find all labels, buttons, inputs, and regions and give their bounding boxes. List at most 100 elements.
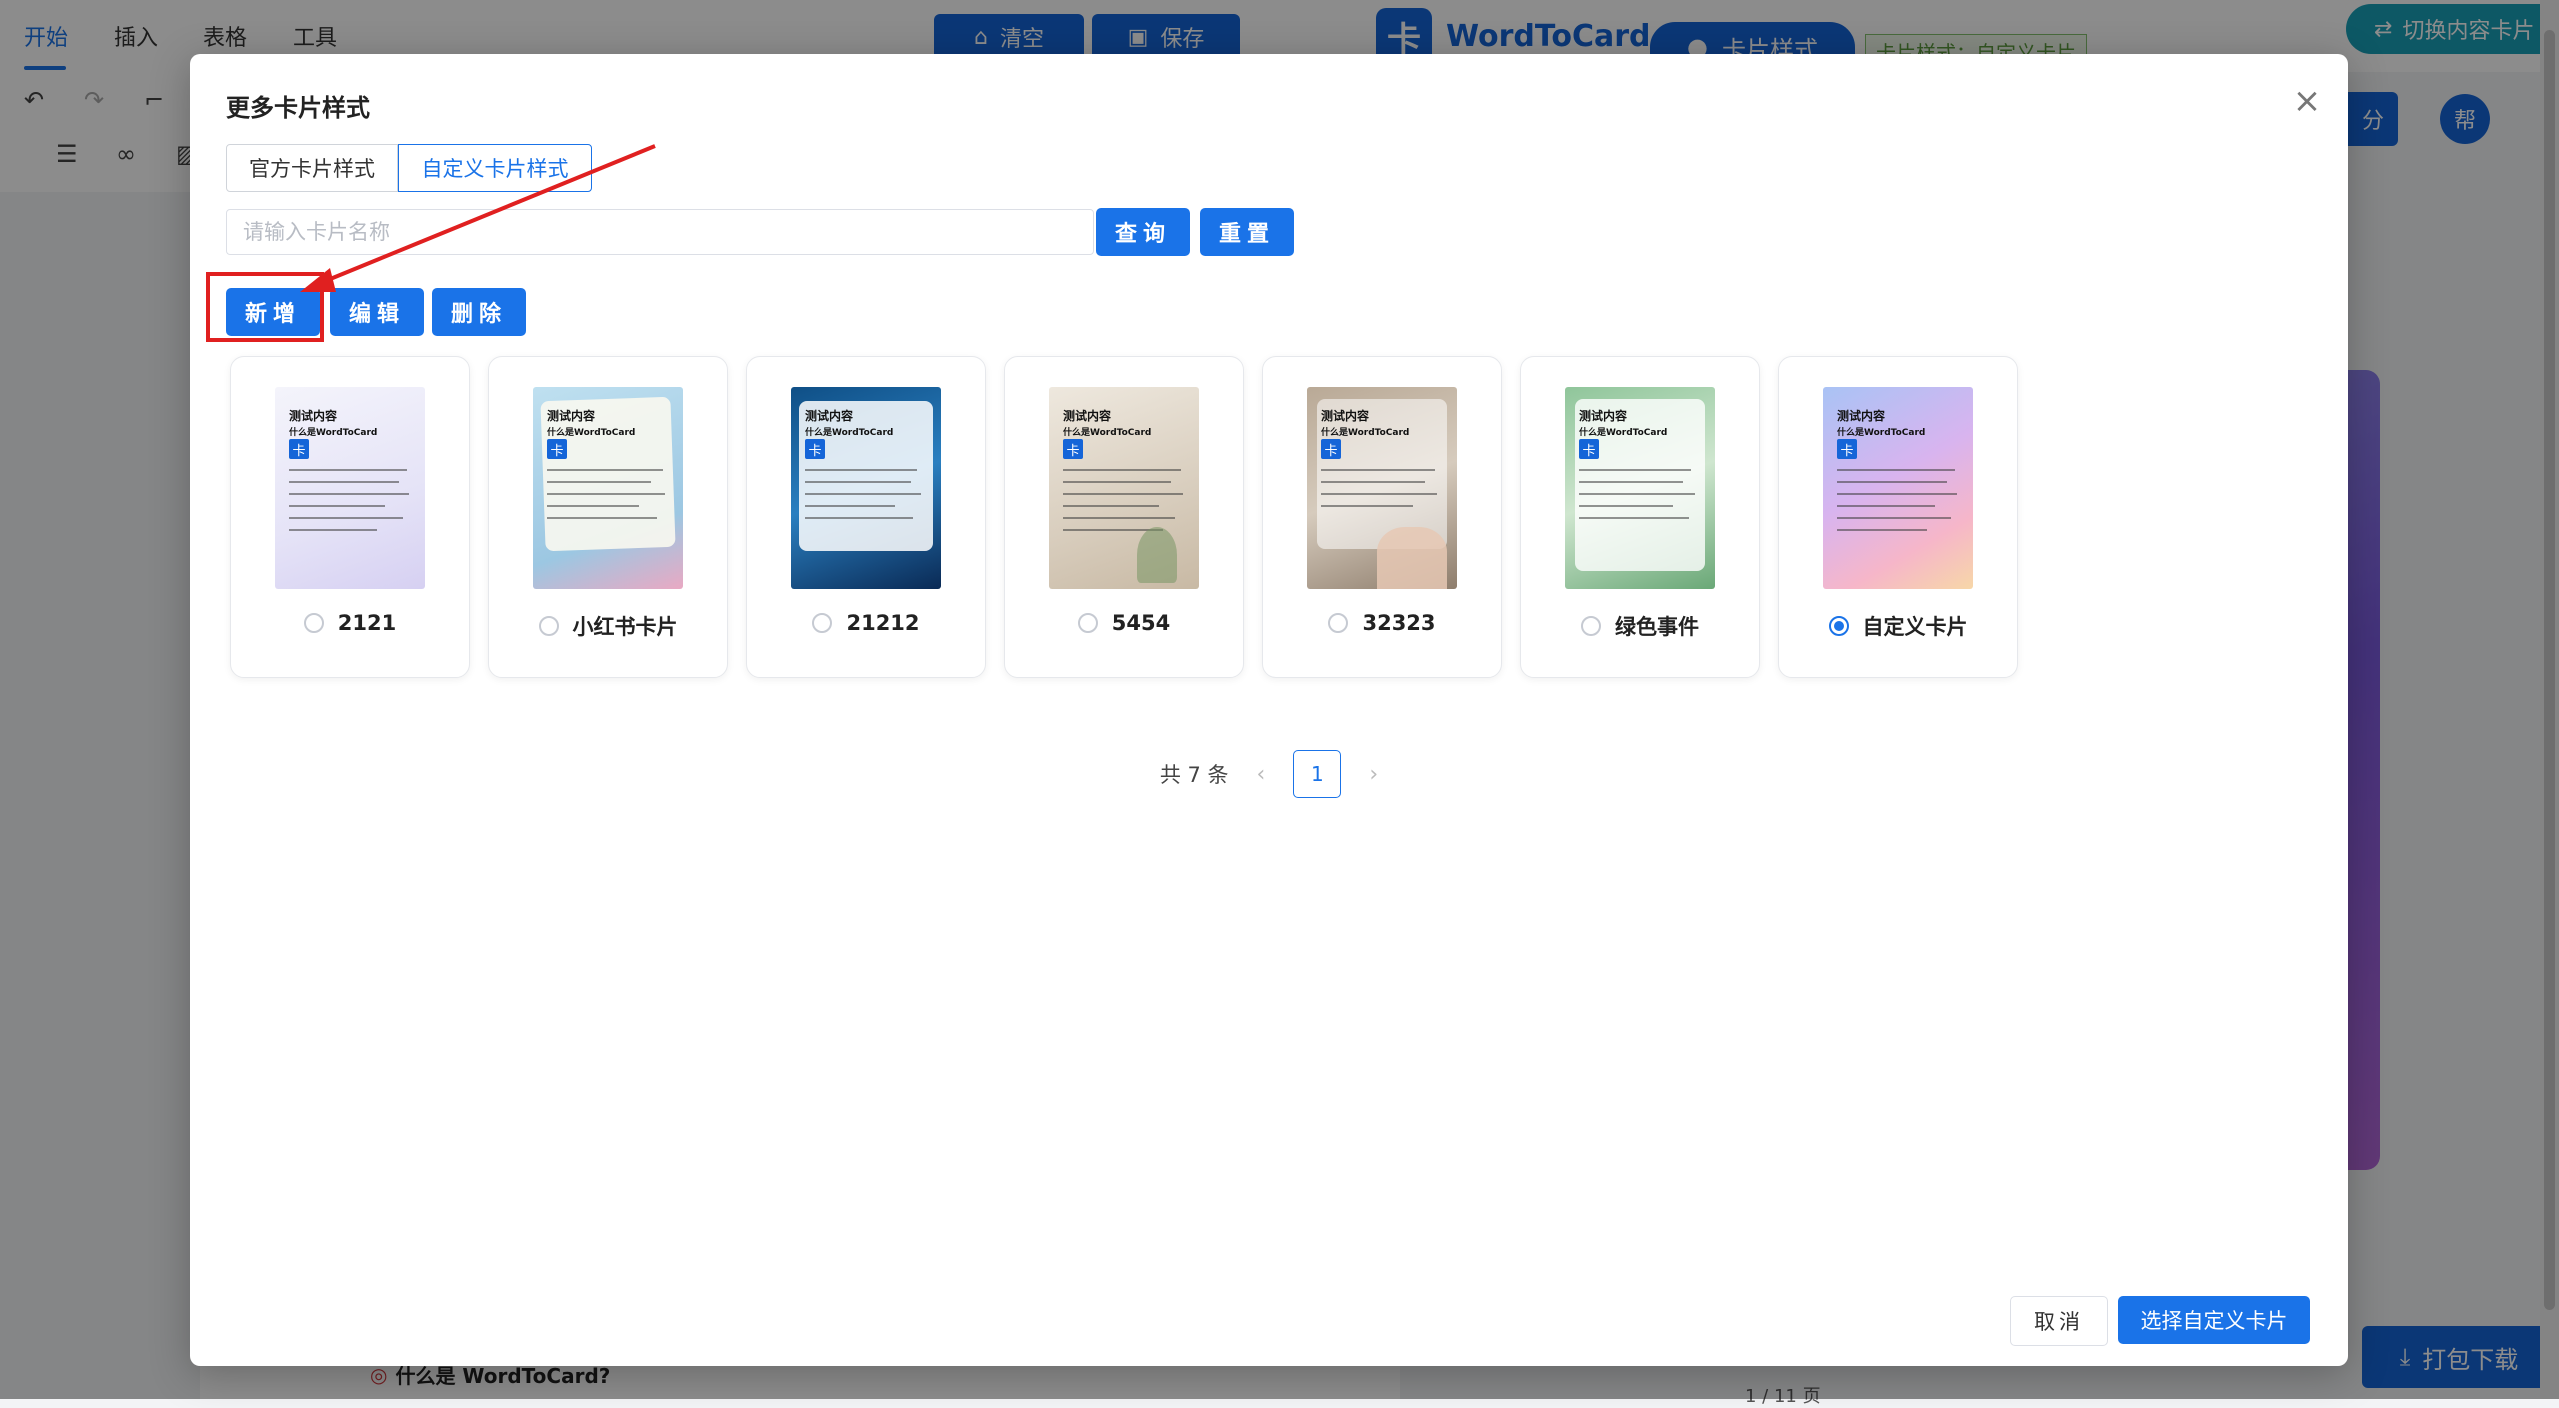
tab-custom-styles[interactable]: 自定义卡片样式	[398, 144, 592, 192]
thumb-text-line	[1063, 517, 1175, 519]
card-radio[interactable]	[303, 613, 324, 633]
thumb-logo-icon: 卡	[1837, 439, 1857, 459]
thumb-text-line	[1321, 481, 1425, 483]
chevron-left-icon[interactable]: ‹	[1257, 762, 1266, 787]
thumb-subheading: 什么是WordToCard	[547, 428, 636, 438]
card-thumbnail: 测试内容 什么是WordToCard 卡	[791, 387, 941, 589]
thumb-text-line	[1837, 481, 1947, 483]
card-style-item[interactable]: 测试内容 什么是WordToCard 卡 小红书卡片	[488, 356, 728, 678]
thumb-heading: 测试内容	[1321, 409, 1370, 423]
card-thumbnail: 测试内容 什么是WordToCard 卡	[1307, 387, 1457, 589]
thumb-text-line	[1837, 505, 1935, 507]
card-radio-row[interactable]: 绿色事件	[1521, 611, 1759, 641]
pagination-page[interactable]: 1	[1293, 750, 1342, 798]
thumb-text-line	[289, 517, 403, 519]
card-radio-row[interactable]: 自定义卡片	[1779, 611, 2017, 641]
thumb-text-line	[805, 493, 921, 495]
card-style-item[interactable]: 测试内容 什么是WordToCard 卡 绿色事件	[1520, 356, 1760, 678]
card-radio-row[interactable]: 32323	[1263, 611, 1501, 635]
card-style-item[interactable]: 测试内容 什么是WordToCard 卡 5454	[1004, 356, 1244, 678]
card-name: 自定义卡片	[1862, 615, 1968, 639]
thumb-subheading: 什么是WordToCard	[1321, 428, 1410, 438]
thumb-text-line	[1579, 493, 1695, 495]
card-name: 21212	[846, 611, 920, 635]
thumb-text-line	[289, 493, 409, 495]
card-radio[interactable]	[1328, 613, 1349, 633]
thumb-logo-icon: 卡	[547, 439, 567, 459]
chevron-right-icon[interactable]: ›	[1369, 762, 1378, 787]
thumb-text-line	[289, 505, 385, 507]
thumb-heading: 测试内容	[1579, 409, 1628, 423]
thumb-text-line	[1837, 493, 1957, 495]
card-style-item[interactable]: 测试内容 什么是WordToCard 卡 32323	[1262, 356, 1502, 678]
query-button[interactable]: 查询	[1096, 208, 1190, 256]
thumb-text-line	[1579, 481, 1683, 483]
thumb-heading: 测试内容	[547, 409, 596, 423]
card-name: 5454	[1111, 611, 1171, 635]
cancel-button[interactable]: 取消	[2010, 1296, 2108, 1346]
thumb-logo-icon: 卡	[1579, 439, 1599, 459]
thumb-heading: 测试内容	[289, 409, 338, 423]
thumb-text-line	[805, 505, 895, 507]
thumb-text-line	[1579, 505, 1673, 507]
thumb-text-line	[1321, 493, 1437, 495]
thumb-text-line	[1579, 469, 1691, 471]
card-thumbnail: 测试内容 什么是WordToCard 卡	[1049, 387, 1199, 589]
dialog-title: 更多卡片样式	[226, 94, 370, 122]
card-name: 绿色事件	[1615, 615, 1699, 639]
thumb-heading: 测试内容	[1837, 409, 1886, 423]
thumb-text-line	[1063, 505, 1159, 507]
card-radio[interactable]	[1581, 616, 1601, 636]
thumb-text-line	[805, 481, 911, 483]
plant-decoration	[1137, 527, 1177, 583]
card-radio-row[interactable]: 小红书卡片	[489, 611, 727, 641]
thumb-text-line	[1321, 505, 1413, 507]
thumb-text-line	[1063, 493, 1183, 495]
thumb-text-line	[289, 529, 377, 531]
card-radio-row[interactable]: 5454	[1005, 611, 1243, 635]
thumb-text-line	[289, 481, 399, 483]
thumb-subheading: 什么是WordToCard	[1063, 428, 1152, 438]
thumb-text-line	[547, 505, 639, 507]
thumb-text-line	[1063, 481, 1171, 483]
card-thumbnail: 测试内容 什么是WordToCard 卡	[1565, 387, 1715, 589]
card-style-item[interactable]: 测试内容 什么是WordToCard 卡 自定义卡片	[1778, 356, 2018, 678]
card-style-item[interactable]: 测试内容 什么是WordToCard 卡 21212	[746, 356, 986, 678]
thumb-logo-icon: 卡	[805, 439, 825, 459]
hand-decoration	[1377, 527, 1447, 589]
card-radio-selected[interactable]	[1828, 616, 1849, 636]
thumb-text-line	[805, 469, 917, 471]
card-thumbnail: 测试内容 什么是WordToCard 卡	[275, 387, 425, 589]
thumb-subheading: 什么是WordToCard	[1579, 428, 1668, 438]
card-radio[interactable]	[1077, 613, 1098, 633]
pagination-total: 共 7 条	[1159, 763, 1229, 787]
thumb-text-line	[1321, 469, 1435, 471]
card-radio[interactable]	[812, 613, 833, 633]
thumb-logo-icon: 卡	[289, 439, 309, 459]
close-icon[interactable]: ×	[2290, 84, 2324, 118]
annotation-highlight-box	[206, 272, 324, 342]
thumb-logo-icon: 卡	[1321, 439, 1341, 459]
delete-button[interactable]: 删除	[432, 288, 526, 336]
thumb-text-line	[547, 469, 663, 471]
card-name-search-input[interactable]	[226, 209, 1094, 255]
pagination: 共 7 条 ‹ 1 ›	[190, 750, 2348, 798]
thumb-subheading: 什么是WordToCard	[1837, 428, 1926, 438]
thumb-text-line	[1579, 517, 1689, 519]
card-name: 小红书卡片	[572, 615, 678, 639]
thumb-text-line	[547, 481, 651, 483]
card-thumbnail: 测试内容 什么是WordToCard 卡	[533, 387, 683, 589]
card-style-item[interactable]: 测试内容 什么是WordToCard 卡 2121	[230, 356, 470, 678]
card-style-dialog: 更多卡片样式 × 官方卡片样式 自定义卡片样式 查询 重置 新增 编辑 删除 测…	[190, 54, 2348, 1366]
thumb-text-line	[1063, 469, 1181, 471]
edit-button[interactable]: 编辑	[330, 288, 424, 336]
thumb-text-line	[547, 493, 665, 495]
card-name: 32323	[1362, 611, 1436, 635]
thumb-subheading: 什么是WordToCard	[289, 428, 378, 438]
confirm-button[interactable]: 选择自定义卡片	[2118, 1296, 2310, 1344]
tab-official-styles[interactable]: 官方卡片样式	[226, 144, 398, 192]
card-radio-row[interactable]: 21212	[747, 611, 985, 635]
reset-button[interactable]: 重置	[1200, 208, 1294, 256]
card-radio-row[interactable]: 2121	[231, 611, 469, 635]
card-radio[interactable]	[538, 616, 559, 636]
